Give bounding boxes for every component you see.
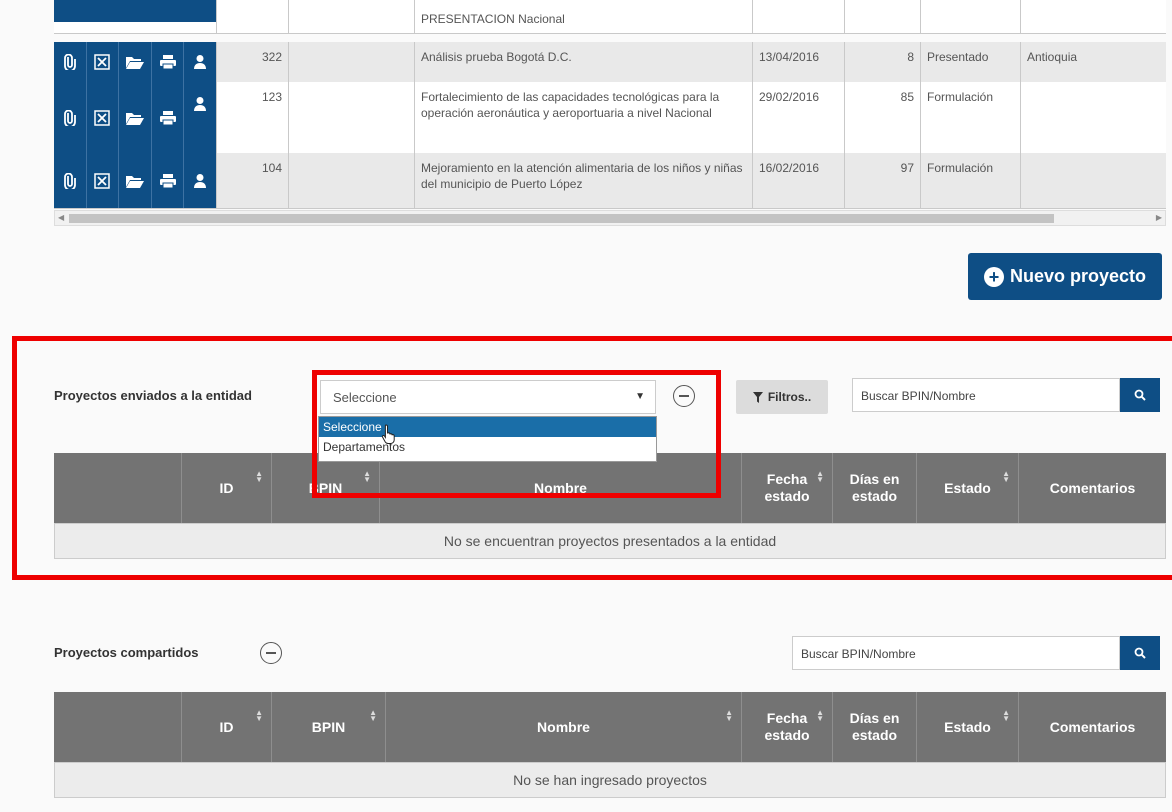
col-estado[interactable]: Estado ▲ ▼ (916, 692, 1018, 762)
print-icon[interactable] (152, 42, 185, 82)
table-row[interactable]: 104 Mejoramiento en la atención alimenta… (54, 153, 1166, 209)
cell-id: 322 (216, 42, 288, 82)
folder-open-icon[interactable] (119, 153, 152, 208)
col-dias-estado[interactable]: Días en estado (832, 453, 916, 523)
paperclip-icon[interactable] (54, 82, 87, 153)
row-actions (54, 0, 216, 22)
sort-icon: ▲ ▼ (255, 469, 263, 484)
folder-open-icon[interactable] (119, 42, 152, 82)
print-icon[interactable] (152, 153, 185, 208)
cell-bpin (288, 82, 414, 153)
new-project-button[interactable]: + Nuevo proyecto (968, 253, 1162, 300)
cell-nombre: Mejoramiento en la atención alimentaria … (414, 153, 752, 208)
search-input-compartidos[interactable]: Buscar BPIN/Nombre (792, 636, 1120, 670)
search-input-enviados[interactable]: Buscar BPIN/Nombre (852, 378, 1120, 412)
search-icon (1134, 389, 1146, 401)
col-comentarios[interactable]: Comentarios (1018, 692, 1166, 762)
user-icon[interactable] (184, 82, 216, 153)
table-header-compartidos: ID ▲ ▼ BPIN ▲ ▼ Nombre ▲ ▼ Fecha estado ▲ ▼ Días … (54, 692, 1166, 762)
paperclip-icon[interactable] (54, 42, 87, 82)
cell-departamento: Antioquia (1020, 42, 1166, 82)
cell-departamento (1020, 0, 1166, 33)
cell-fecha: 16/02/2016 (752, 153, 844, 208)
cell-dias (844, 0, 920, 33)
scrollbar-thumb[interactable] (69, 214, 1054, 223)
print-icon[interactable] (152, 82, 185, 153)
collapse-compartidos-icon[interactable] (260, 642, 282, 664)
cell-fecha (752, 0, 844, 33)
sort-icon: ▲ ▼ (255, 708, 263, 723)
cell-id: 104 (216, 153, 288, 208)
cell-estado: Formulación (920, 82, 1020, 153)
table-row[interactable]: 322 Análisis prueba Bogotá D.C. 13/04/20… (54, 42, 1166, 83)
user-icon[interactable] (184, 42, 216, 82)
cell-bpin (288, 153, 414, 208)
plus-circle-icon: + (983, 266, 1004, 287)
highlight-box-select (312, 370, 721, 498)
cell-id (216, 0, 288, 33)
cell-dias: 97 (844, 153, 920, 208)
cell-dias: 8 (844, 42, 920, 82)
row-actions (54, 82, 216, 153)
x-box-icon[interactable] (87, 82, 120, 153)
scroll-right-arrow-icon[interactable]: ▶ (1156, 213, 1162, 222)
horizontal-scrollbar[interactable]: ◀ ▶ (54, 210, 1166, 226)
user-icon[interactable] (184, 153, 216, 208)
hand-cursor-icon (381, 424, 397, 449)
cell-nombre: Análisis prueba Bogotá D.C. (414, 42, 752, 82)
table-row[interactable]: 123 Fortalecimiento de las capacidades t… (54, 82, 1166, 154)
filters-button[interactable]: Filtros.. (736, 380, 828, 414)
search-icon (1134, 647, 1146, 659)
new-project-label: Nuevo proyecto (1009, 266, 1147, 286)
empty-message-compartidos: No se han ingresado proyectos (54, 762, 1166, 798)
search-button-enviados[interactable] (1120, 378, 1160, 412)
cell-bpin (288, 42, 414, 82)
row-actions (54, 42, 216, 82)
scroll-left-arrow-icon[interactable]: ◀ (58, 213, 64, 222)
cell-nombre: PRESENTACION Nacional (414, 0, 752, 33)
col-fecha-estado[interactable]: Fecha estado ▲ ▼ (741, 692, 832, 762)
sort-icon: ▲ ▼ (1002, 469, 1010, 484)
search-button-compartidos[interactable] (1120, 636, 1160, 670)
row-actions (54, 153, 216, 208)
cell-bpin (288, 0, 414, 33)
x-box-icon[interactable] (87, 153, 120, 208)
paperclip-icon[interactable] (54, 153, 87, 208)
cell-departamento (1020, 153, 1166, 208)
section-title-compartidos: Proyectos compartidos (54, 645, 199, 660)
cell-estado: Presentado (920, 42, 1020, 82)
cell-estado: Formulación (920, 153, 1020, 208)
cell-fecha: 13/04/2016 (752, 42, 844, 82)
col-estado[interactable]: Estado ▲ ▼ (916, 453, 1018, 523)
col-bpin[interactable]: BPIN ▲ ▼ (271, 692, 385, 762)
cell-estado (920, 0, 1020, 33)
cell-id: 123 (216, 82, 288, 153)
filter-funnel-icon (752, 391, 763, 403)
sort-icon: ▲ ▼ (816, 708, 824, 723)
cell-dias: 85 (844, 82, 920, 153)
cell-fecha: 29/02/2016 (752, 82, 844, 153)
col-id[interactable]: ID ▲ ▼ (181, 692, 271, 762)
col-dias-estado[interactable]: Días en estado (832, 692, 916, 762)
table-row[interactable]: PRESENTACION Nacional (54, 0, 1166, 34)
sort-icon: ▲ ▼ (725, 708, 733, 723)
sort-icon: ▲ ▼ (1002, 708, 1010, 723)
cell-departamento (1020, 82, 1166, 153)
col-nombre[interactable]: Nombre ▲ ▼ (385, 692, 741, 762)
x-box-icon[interactable] (87, 42, 120, 82)
empty-message-enviados: No se encuentran proyectos presentados a… (54, 523, 1166, 559)
section-title-enviados: Proyectos enviados a la entidad (54, 388, 252, 403)
col-id[interactable]: ID ▲ ▼ (181, 453, 271, 523)
sort-icon: ▲ ▼ (369, 708, 377, 723)
col-fecha-estado[interactable]: Fecha estado ▲ ▼ (741, 453, 832, 523)
filters-label: Filtros.. (767, 390, 812, 404)
cell-nombre: Fortalecimiento de las capacidades tecno… (414, 82, 752, 153)
sort-icon: ▲ ▼ (816, 469, 824, 484)
col-comentarios[interactable]: Comentarios (1018, 453, 1166, 523)
folder-open-icon[interactable] (119, 82, 152, 153)
